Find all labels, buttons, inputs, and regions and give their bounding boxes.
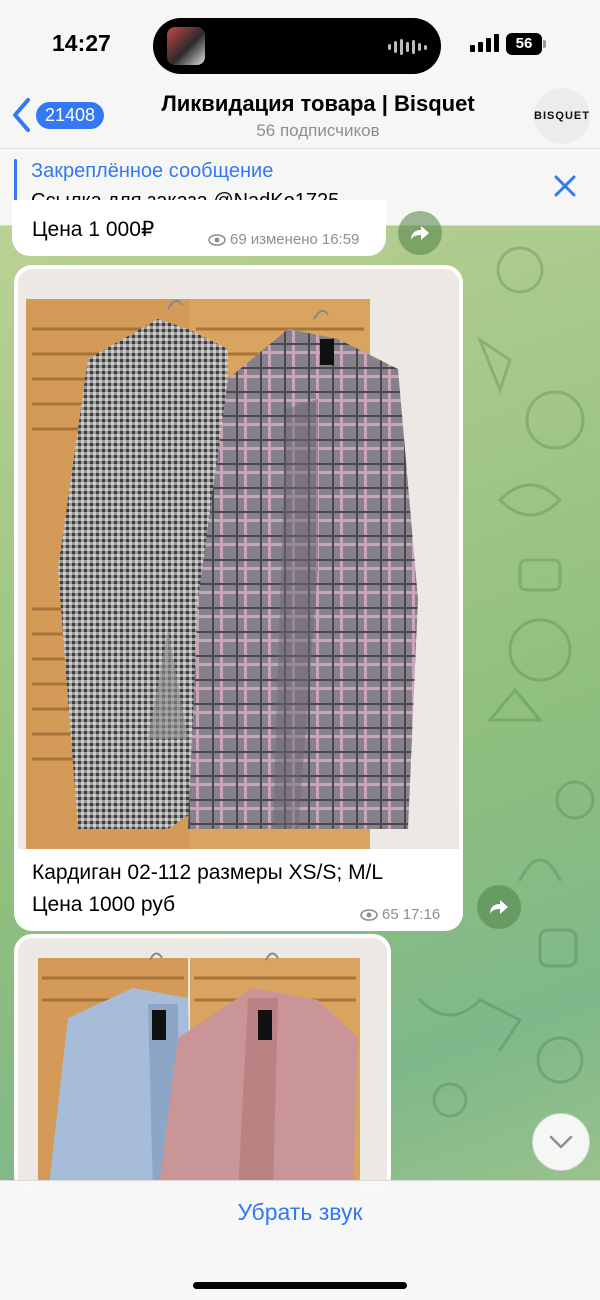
- edited-label: изменено: [250, 231, 318, 248]
- chat-header: 14:27 56 21408 Ликвидация товара | Bisqu…: [0, 0, 600, 148]
- close-icon[interactable]: [552, 173, 578, 199]
- subscriber-count: 56 подписчиков: [256, 121, 380, 140]
- views-icon: [208, 233, 226, 246]
- now-playing-thumbnail: [167, 27, 205, 65]
- product-photo[interactable]: [18, 938, 387, 1194]
- message-meta: 65 17:16: [360, 906, 440, 923]
- message-meta: 69 изменено 16:59: [208, 231, 359, 248]
- channel-avatar[interactable]: BISQUET: [534, 88, 590, 144]
- mute-button[interactable]: Убрать звук: [0, 1199, 600, 1226]
- views-icon: [360, 908, 378, 921]
- chat-title[interactable]: Ликвидация товара | Bisquet: [100, 91, 536, 117]
- home-indicator: [193, 1282, 407, 1289]
- message-caption-line: Кардиган 02-112 размеры XS/S; M/L: [32, 861, 384, 884]
- product-photo[interactable]: [18, 269, 459, 849]
- battery-level: 56: [506, 33, 542, 55]
- message-time: 17:16: [402, 906, 441, 923]
- chevron-left-icon: [13, 98, 30, 132]
- cellular-signal-icon: [470, 34, 499, 52]
- message-time: 16:59: [321, 231, 360, 248]
- share-button[interactable]: [398, 211, 442, 255]
- dynamic-island[interactable]: [153, 18, 441, 74]
- message-bubble[interactable]: [14, 934, 391, 1194]
- view-count: 69: [230, 231, 247, 248]
- bottom-bar: Убрать звук: [0, 1180, 600, 1300]
- message-bubble[interactable]: Цена 1 000₽ 69 изменено 16:59: [12, 200, 386, 256]
- chevron-down-icon: [549, 1135, 573, 1149]
- pinned-title: Закреплённое сообщение: [31, 160, 274, 182]
- view-count: 65: [382, 906, 399, 923]
- unread-count-badge: 21408: [36, 101, 105, 129]
- message-text: Цена 1 000₽: [32, 218, 155, 241]
- status-time: 14:27: [52, 30, 111, 56]
- message-caption-line: Цена 1000 руб: [32, 893, 176, 916]
- back-button[interactable]: 21408: [10, 96, 105, 134]
- share-button[interactable]: [477, 885, 521, 929]
- share-arrow-icon: [490, 900, 508, 914]
- share-arrow-icon: [411, 226, 429, 240]
- message-bubble[interactable]: Кардиган 02-112 размеры XS/S; M/L Цена 1…: [14, 265, 463, 931]
- audio-waveform-icon: [388, 39, 427, 55]
- battery-icon: 56: [506, 33, 546, 55]
- scroll-down-button[interactable]: [532, 1113, 590, 1171]
